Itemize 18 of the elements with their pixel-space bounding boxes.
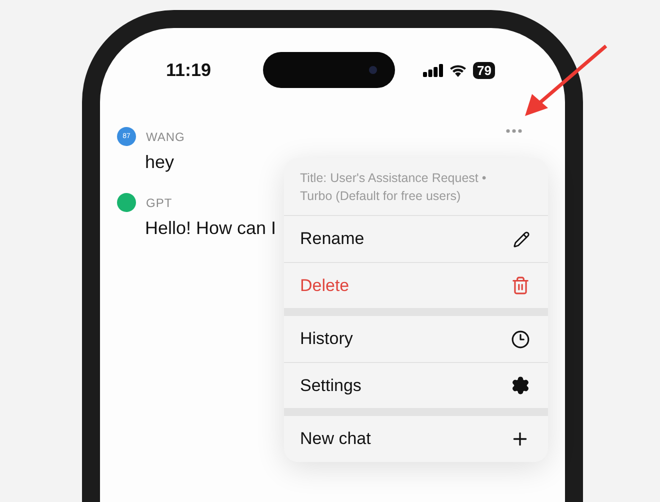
- clock-icon: [511, 330, 530, 348]
- menu-item[interactable]: New chat: [284, 416, 548, 462]
- battery-level: 79: [473, 62, 496, 78]
- menu-item[interactable]: History: [284, 316, 548, 362]
- avatar: [117, 193, 136, 212]
- menu-item[interactable]: Delete: [284, 262, 548, 308]
- wifi-icon: [449, 64, 467, 76]
- author-name: WANG: [146, 130, 185, 144]
- menu-item[interactable]: Settings: [284, 362, 548, 408]
- signal-icon: [423, 64, 443, 76]
- message-text: hey: [145, 152, 174, 173]
- settings-icon: [511, 376, 530, 395]
- menu-item[interactable]: Rename: [284, 216, 548, 262]
- author-name: GPT: [146, 196, 172, 210]
- pencil-icon: [513, 230, 530, 248]
- message-text: Hello! How can I: [145, 218, 276, 239]
- trash-icon: [511, 276, 530, 295]
- status-time: 11:19: [166, 60, 212, 80]
